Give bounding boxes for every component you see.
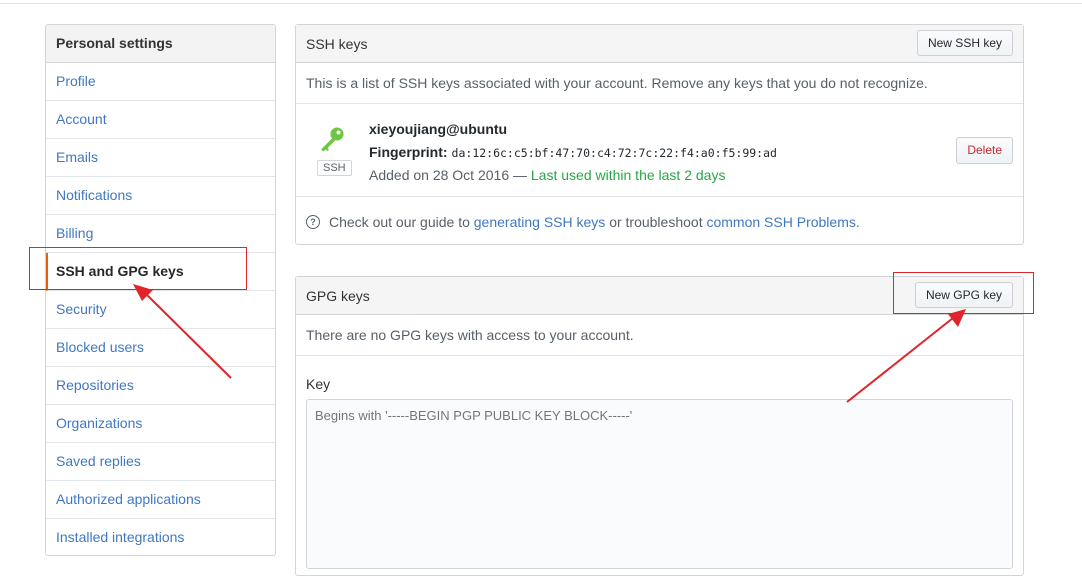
ssh-keys-title: SSH keys: [306, 36, 368, 52]
gpg-keys-title: GPG keys: [306, 288, 370, 304]
guide-middle: or troubleshoot: [609, 214, 703, 230]
top-divider: [0, 0, 1082, 4]
sidebar-item-organizations[interactable]: Organizations: [46, 405, 275, 443]
ssh-key-title: xieyoujiang@ubuntu: [369, 121, 508, 137]
new-gpg-key-button[interactable]: New GPG key: [914, 282, 1013, 308]
fingerprint-label: Fingerprint:: [369, 144, 448, 160]
added-line: Added on 28 Oct 2016 — Last used within …: [369, 167, 725, 183]
last-used-status: Last used within the last 2 days: [530, 167, 726, 183]
key-icon: [321, 127, 344, 152]
gpg-key-input[interactable]: [306, 399, 1013, 569]
added-date: Added on 28 Oct 2016 —: [369, 167, 527, 183]
ssh-guide: ? Check out our guide to generating SSH …: [296, 197, 1023, 247]
sidebar-item-account[interactable]: Account: [46, 101, 275, 139]
sidebar-item-authorized-applications[interactable]: Authorized applications: [46, 481, 275, 519]
question-icon: ?: [306, 215, 320, 229]
ssh-keys-header: SSH keys New SSH key: [296, 25, 1023, 63]
gpg-keys-panel: GPG keys New GPG key There are no GPG ke…: [295, 276, 1024, 576]
sidebar-item-repositories[interactable]: Repositories: [46, 367, 275, 405]
sidebar-item-notifications[interactable]: Notifications: [46, 177, 275, 215]
guide-suffix: .: [855, 214, 860, 230]
gpg-keys-description: There are no GPG keys with access to you…: [296, 315, 1023, 356]
gpg-keys-header: GPG keys New GPG key: [296, 277, 1023, 315]
sidebar-item-blocked-users[interactable]: Blocked users: [46, 329, 275, 367]
sidebar-item-installed-integrations[interactable]: Installed integrations: [46, 519, 275, 555]
delete-ssh-key-button[interactable]: Delete: [956, 137, 1013, 164]
fingerprint-line: Fingerprint: da:12:6c:c5:bf:47:70:c4:72:7…: [369, 144, 777, 160]
generating-ssh-keys-link[interactable]: generating SSH keys: [474, 214, 606, 230]
ssh-badge: SSH: [317, 160, 352, 176]
sidebar-item-saved-replies[interactable]: Saved replies: [46, 443, 275, 481]
sidebar-header: Personal settings: [46, 25, 275, 63]
new-ssh-key-button[interactable]: New SSH key: [916, 30, 1013, 56]
sidebar-item-security[interactable]: Security: [46, 291, 275, 329]
ssh-keys-description: This is a list of SSH keys associated wi…: [296, 63, 1023, 104]
sidebar-item-ssh-gpg-keys[interactable]: SSH and GPG keys: [46, 253, 275, 291]
ssh-keys-panel: SSH keys New SSH key This is a list of S…: [295, 24, 1024, 245]
common-ssh-problems-link[interactable]: common SSH Problems: [706, 214, 855, 230]
ssh-key-row: SSH xieyoujiang@ubuntu Fingerprint: da:12…: [296, 104, 1023, 197]
sidebar-item-billing[interactable]: Billing: [46, 215, 275, 253]
fingerprint-value: da:12:6c:c5:bf:47:70:c4:72:7c:22:f4:a0:f…: [451, 146, 777, 160]
guide-prefix: Check out our guide to: [329, 214, 470, 230]
sidebar-item-profile[interactable]: Profile: [46, 63, 275, 101]
key-field-label: Key: [306, 376, 331, 392]
sidebar-item-emails[interactable]: Emails: [46, 139, 275, 177]
settings-sidebar: Personal settings Profile Account Emails…: [45, 24, 276, 556]
